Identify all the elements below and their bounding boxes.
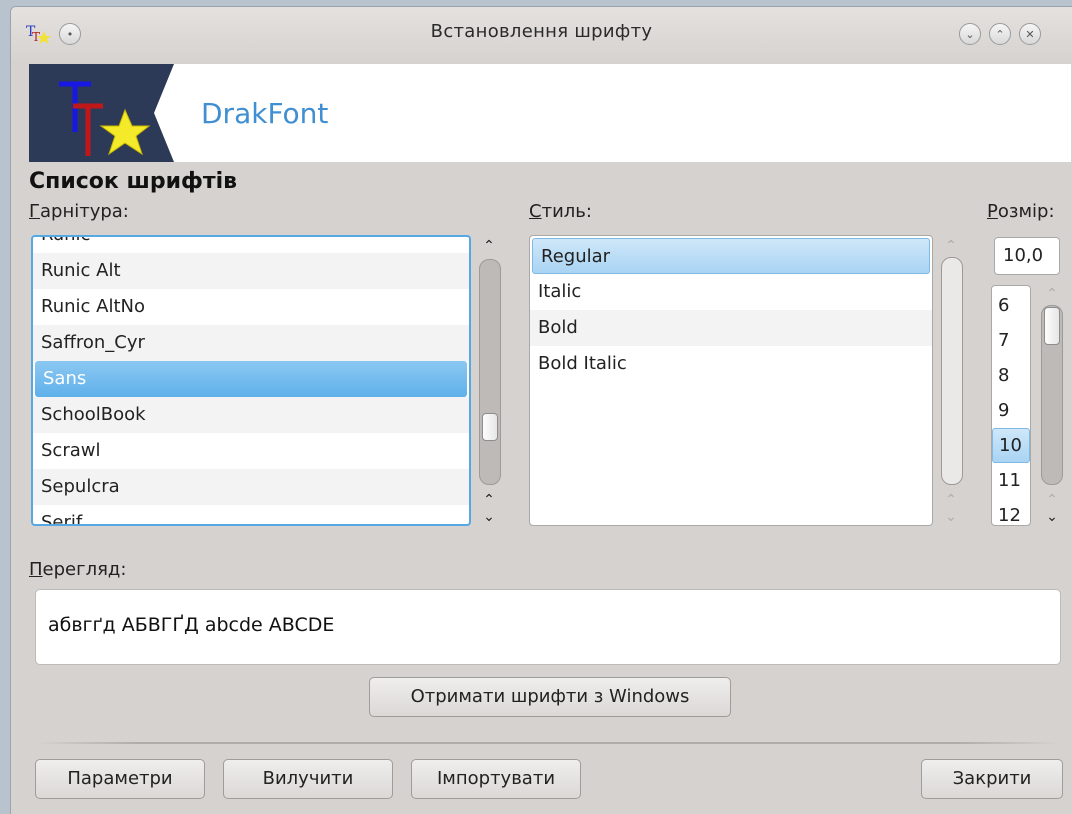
list-item[interactable]: Runic Alt	[33, 253, 469, 289]
preview-box: абвгґд АБВГҐД abcde ABCDE	[35, 589, 1061, 665]
close-icon[interactable]: ✕	[1019, 23, 1041, 45]
preview-text: абвгґд АБВГҐД abcde ABCDE	[48, 614, 335, 636]
drakfont-window: T T • Встановлення шрифту ⌄ ⌃ ✕ DrakFont…	[10, 6, 1072, 814]
maximize-icon[interactable]: ⌃	[989, 23, 1011, 45]
app-name: DrakFont	[201, 97, 329, 130]
list-item-selected[interactable]: 10	[992, 428, 1030, 463]
style-scrollbar-track[interactable]	[941, 257, 963, 485]
scroll-down-arrow-icon[interactable]: ⌄	[481, 510, 497, 524]
family-scrollbar-thumb[interactable]	[482, 413, 498, 441]
list-item[interactable]: SchoolBook	[33, 397, 469, 433]
import-button[interactable]: Імпортувати	[411, 759, 581, 799]
list-item[interactable]: Sepulcra	[33, 469, 469, 505]
drakfont-logo	[29, 64, 174, 162]
scroll-up-arrow-icon[interactable]: ⌃	[1044, 493, 1060, 507]
size-list[interactable]: 6 7 8 9 10 11 12	[991, 285, 1031, 526]
scroll-up-arrow-icon[interactable]: ⌃	[481, 493, 497, 507]
list-item[interactable]: Serif	[33, 505, 469, 524]
scroll-up-arrow-icon[interactable]: ⌃	[1044, 287, 1060, 301]
title-bar[interactable]: T T • Встановлення шрифту ⌄ ⌃ ✕	[11, 7, 1072, 63]
style-label: Стиль:	[529, 201, 592, 222]
list-item[interactable]: Runic	[33, 237, 469, 253]
list-item[interactable]: Bold	[530, 310, 932, 346]
scroll-down-arrow-icon[interactable]: ⌄	[943, 510, 959, 524]
list-item[interactable]: 11	[992, 463, 1030, 498]
close-button[interactable]: Закрити	[921, 759, 1063, 799]
list-item[interactable]: 8	[992, 358, 1030, 393]
size-scrollbar-thumb[interactable]	[1044, 307, 1060, 345]
size-label: Розмір:	[987, 201, 1055, 222]
list-item[interactable]: 6	[992, 288, 1030, 323]
banner: DrakFont	[29, 64, 1071, 162]
window-title: Встановлення шрифту	[430, 21, 653, 42]
list-item[interactable]: 9	[992, 393, 1030, 428]
style-list[interactable]: Regular Italic Bold Bold Italic	[529, 235, 933, 526]
family-scrollbar-track[interactable]	[479, 259, 501, 485]
size-input[interactable]: 10,0	[994, 237, 1060, 275]
family-list[interactable]: Runic Runic Alt Runic AltNo Saffron_Cyr …	[31, 235, 471, 526]
scroll-up-arrow-icon[interactable]: ⌃	[943, 493, 959, 507]
options-button[interactable]: Параметри	[35, 759, 205, 799]
family-label: Гарнітура:	[29, 201, 129, 222]
list-item[interactable]: 7	[992, 323, 1030, 358]
minimize-icon[interactable]: ⌄	[959, 23, 981, 45]
section-title: Список шрифтів	[29, 169, 238, 194]
scroll-up-arrow-icon[interactable]: ⌃	[481, 239, 497, 253]
list-item[interactable]: 12	[992, 498, 1030, 525]
list-item[interactable]: Italic	[530, 274, 932, 310]
list-item[interactable]: Scrawl	[33, 433, 469, 469]
separator	[35, 742, 1061, 744]
scroll-down-arrow-icon[interactable]: ⌄	[1044, 510, 1060, 524]
list-item[interactable]: Runic AltNo	[33, 289, 469, 325]
scroll-up-arrow-icon[interactable]: ⌃	[943, 239, 959, 253]
preview-label: Перегляд:	[29, 559, 127, 580]
list-item-selected[interactable]: Regular	[532, 238, 930, 274]
list-item-selected[interactable]: Sans	[35, 361, 467, 397]
remove-button[interactable]: Вилучити	[223, 759, 393, 799]
list-item[interactable]: Saffron_Cyr	[33, 325, 469, 361]
get-windows-fonts-button[interactable]: Отримати шрифти з Windows	[369, 677, 731, 717]
list-item[interactable]: Bold Italic	[530, 346, 932, 382]
